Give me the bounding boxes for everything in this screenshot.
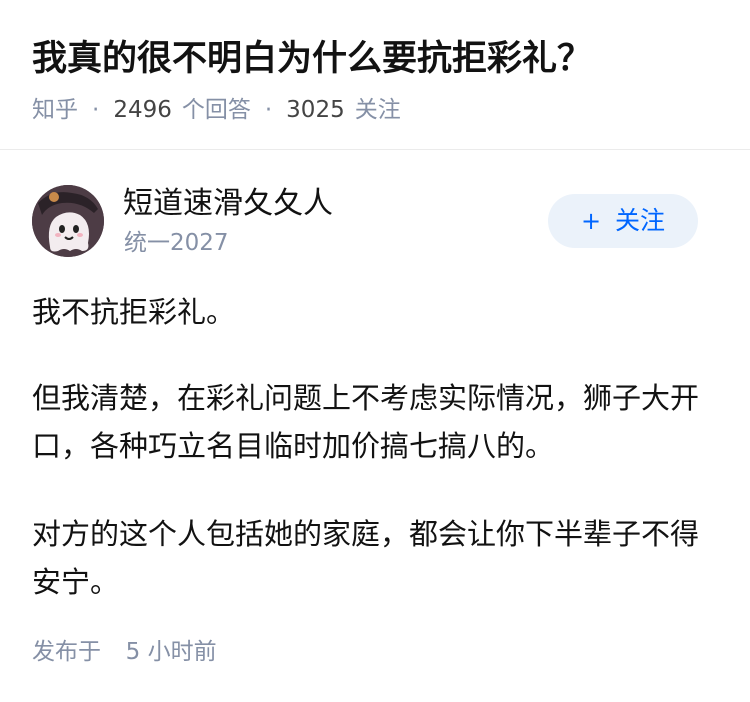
answer-count[interactable]: 2496: [113, 94, 172, 126]
author-name[interactable]: 短道速滑夂夂人: [123, 185, 333, 223]
answer-content: 我不抗拒彩礼。 但我清楚，在彩礼问题上不考虑实际情况，狮子大开口，各种巧立名目临…: [32, 288, 712, 646]
answer-paragraph: 我不抗拒彩礼。: [32, 295, 236, 329]
author-card: 短道速滑夂夂人 统一2027 + 关注: [32, 185, 718, 265]
answer-paragraph: 但我清楚，在彩礼问题上不考虑实际情况，狮子大开口，各种巧立名目临时加价搞七搞八的…: [32, 381, 700, 463]
follow-button[interactable]: + 关注: [548, 194, 698, 248]
source-label[interactable]: 知乎: [32, 94, 78, 126]
answer-paragraph: 对方的这个人包括她的家庭，都会让你下半辈子不得安宁。: [32, 517, 700, 599]
question-header: 我真的很不明白为什么要抗拒彩礼？ 知乎 · 2496 个回答 · 3025 关注: [0, 0, 750, 150]
follow-count[interactable]: 3025: [286, 94, 345, 126]
published-label: 发布于: [32, 639, 101, 665]
meta-separator: ·: [92, 97, 100, 123]
follow-button-label: 关注: [615, 206, 666, 235]
answer-count-label[interactable]: 个回答: [182, 94, 251, 126]
question-meta: 知乎 · 2496 个回答 · 3025 关注: [32, 94, 401, 126]
question-title[interactable]: 我真的很不明白为什么要抗拒彩礼？: [32, 36, 592, 82]
publish-time: 发布于 5 小时前: [32, 636, 217, 668]
follow-count-label[interactable]: 关注: [355, 94, 401, 126]
meta-separator: ·: [264, 97, 273, 123]
plus-icon: +: [580, 207, 602, 235]
author-badge: 统一2027: [124, 230, 229, 256]
avatar-ghost-icon[interactable]: [32, 185, 104, 257]
published-time: 5 小时前: [125, 639, 217, 665]
